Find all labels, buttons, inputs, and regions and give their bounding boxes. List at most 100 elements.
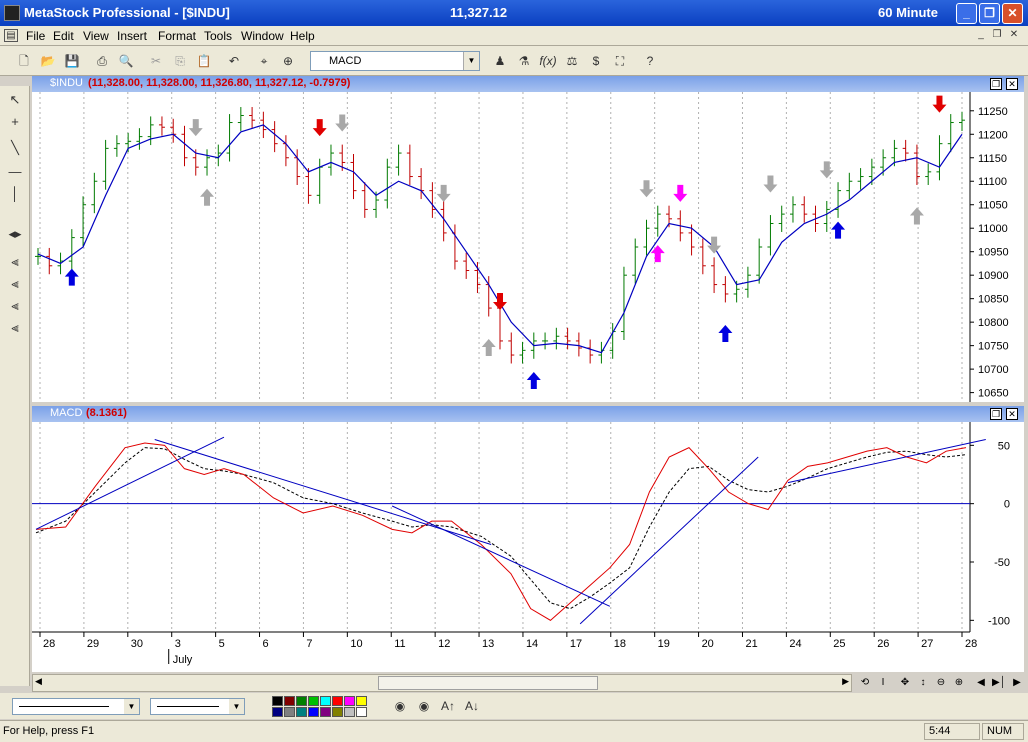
color-palette [272, 696, 372, 718]
save-icon[interactable]: 💾 [62, 51, 82, 71]
paste-icon[interactable]: 📋 [194, 51, 214, 71]
macd-panel-close-icon[interactable]: ✕ [1006, 408, 1018, 420]
scroll-right-icon[interactable]: ▶ [842, 676, 849, 687]
color-swatch[interactable] [356, 696, 367, 706]
open-icon[interactable]: 📂 [38, 51, 58, 71]
menu-insert[interactable]: Insert [117, 29, 147, 43]
crosshair-icon[interactable]: ⌖ [254, 51, 274, 71]
print-icon[interactable]: ⎙ [92, 51, 112, 71]
color-swatch[interactable] [356, 707, 367, 717]
format-toolbar: ▼ ▼ ◉ ◉ A↑ A↓ [0, 693, 1028, 719]
scroll-tool-icon[interactable]: ◂▸ [5, 224, 25, 244]
arc-tool-icon[interactable]: ⫷ [5, 274, 25, 294]
color-swatch[interactable] [296, 707, 307, 717]
minimize-icon[interactable]: _ [956, 3, 977, 24]
menu-edit[interactable]: Edit [53, 29, 74, 43]
color-swatch[interactable] [296, 696, 307, 706]
crosshair-tool-icon[interactable]: + [5, 112, 25, 132]
text-down-icon[interactable]: A↓ [462, 696, 482, 716]
text-up-icon[interactable]: A↑ [438, 696, 458, 716]
color-swatch[interactable] [332, 696, 343, 706]
close-icon[interactable]: ✕ [1002, 3, 1023, 24]
panel-close-icon[interactable]: ✕ [1006, 78, 1018, 90]
binoculars-icon[interactable]: ⛶ [610, 51, 630, 71]
menu-tools[interactable]: Tools [204, 29, 232, 43]
horizontal-line-tool-icon[interactable]: — [5, 162, 25, 182]
print-preview-icon[interactable]: 🔍 [116, 51, 136, 71]
copy-icon[interactable]: ⎘ [170, 51, 190, 71]
macd-panel-restore-icon[interactable]: ❐ [990, 408, 1002, 420]
trendline-tool-icon[interactable]: ╲ [5, 138, 25, 158]
line-style-select[interactable]: ▼ [12, 698, 140, 715]
color-swatch[interactable] [284, 696, 295, 706]
app-icon[interactable] [4, 5, 20, 21]
menu-view[interactable]: View [83, 29, 109, 43]
chevron-down-icon[interactable]: ▼ [229, 699, 244, 714]
restore-icon[interactable]: ❐ [979, 3, 1000, 24]
price-panel-header[interactable]: $INDU (11,328.00, 11,328.00, 11,326.80, … [32, 76, 1024, 92]
macd-panel-header[interactable]: MACD (8.1361) ❐ ✕ [32, 406, 1024, 422]
mdi-close-icon[interactable]: ✕ [1007, 29, 1021, 42]
macd-chart[interactable]: 50 0 -50 -100 28 29 30 3 5 6 7 10 11 12 13 14 17 18 19 20 21… [32, 422, 1024, 672]
end-icon[interactable]: ▶│ [991, 674, 1007, 692]
property-icon[interactable]: ◉ [390, 696, 410, 716]
mdi-minimize-icon[interactable]: _ [974, 29, 988, 42]
x-tick-label: 14 [526, 638, 538, 650]
panel-restore-icon[interactable]: ❐ [990, 78, 1002, 90]
cycle-tool-icon[interactable]: ⫷ [5, 318, 25, 338]
color-swatch[interactable] [344, 696, 355, 706]
fan-tool-icon[interactable]: ⫷ [5, 252, 25, 272]
system-tester-icon[interactable]: ⚖ [562, 51, 582, 71]
color-swatch[interactable] [320, 696, 331, 706]
menu-help[interactable]: Help [290, 29, 315, 43]
refresh-icon[interactable]: ⟲ [857, 674, 873, 692]
color-swatch[interactable] [332, 707, 343, 717]
price-chart[interactable]: 11250 11200 11150 11100 11050 11000 10950 10900… [32, 92, 1024, 402]
chevron-down-icon[interactable]: ▼ [463, 52, 479, 70]
macd-tick-label: 0 [1004, 499, 1010, 511]
signal-line [35, 447, 967, 610]
color-swatch[interactable] [308, 696, 319, 706]
menu-format[interactable]: Format [158, 29, 196, 43]
vertical-line-tool-icon[interactable]: │ [5, 184, 25, 204]
scroll-thumb[interactable] [378, 676, 598, 690]
cut-icon[interactable]: ✂ [146, 51, 166, 71]
pointer-icon[interactable]: ↖ [5, 90, 25, 110]
cursor-icon[interactable]: I [875, 674, 891, 692]
menu-file[interactable]: File [26, 29, 45, 43]
page-left-icon[interactable]: ◀ [973, 674, 989, 692]
menu-window[interactable]: Window [241, 29, 284, 43]
expert-advisor-icon[interactable]: ♟ [490, 51, 510, 71]
undo-icon[interactable]: ↶ [224, 51, 244, 71]
zoom-icon[interactable]: ⊕ [278, 51, 298, 71]
signal-arrow [909, 207, 924, 225]
indicator-builder-icon[interactable]: f(x) [538, 51, 558, 71]
color-swatch[interactable] [344, 707, 355, 717]
zoom-out-icon[interactable]: ⊖ [933, 674, 949, 692]
page-right-icon[interactable]: ▶ [1009, 674, 1025, 692]
style-icon[interactable]: ◉ [414, 696, 434, 716]
context-help-icon[interactable]: ? [640, 51, 660, 71]
indicator-select[interactable]: MACD ▼ [310, 51, 480, 71]
chevron-down-icon[interactable]: ▼ [124, 699, 139, 714]
new-icon[interactable]: 🗋 [14, 51, 34, 71]
color-swatch[interactable] [308, 707, 319, 717]
explorer-icon[interactable]: ⚗ [514, 51, 534, 71]
x-tick-label: 18 [614, 638, 626, 650]
doc-menu-icon[interactable]: ▤ [4, 29, 18, 42]
move-icon[interactable]: ✥ [897, 674, 913, 692]
expand-icon[interactable]: ↕ [915, 674, 931, 692]
color-swatch[interactable] [272, 696, 283, 706]
x-tick-label: 5 [219, 638, 225, 650]
horizontal-scrollbar[interactable]: ◀ ▶ [32, 674, 852, 692]
scroll-left-icon[interactable]: ◀ [35, 676, 42, 687]
color-swatch[interactable] [320, 707, 331, 717]
dollar-icon[interactable]: $ [586, 51, 606, 71]
color-swatch[interactable] [272, 707, 283, 717]
mdi-restore-icon[interactable]: ❐ [990, 29, 1004, 42]
line-weight-select[interactable]: ▼ [150, 698, 245, 715]
price-tick-label: 10750 [978, 341, 1009, 353]
color-swatch[interactable] [284, 707, 295, 717]
channel-tool-icon[interactable]: ⫷ [5, 296, 25, 316]
zoom-in-icon[interactable]: ⊕ [951, 674, 967, 692]
